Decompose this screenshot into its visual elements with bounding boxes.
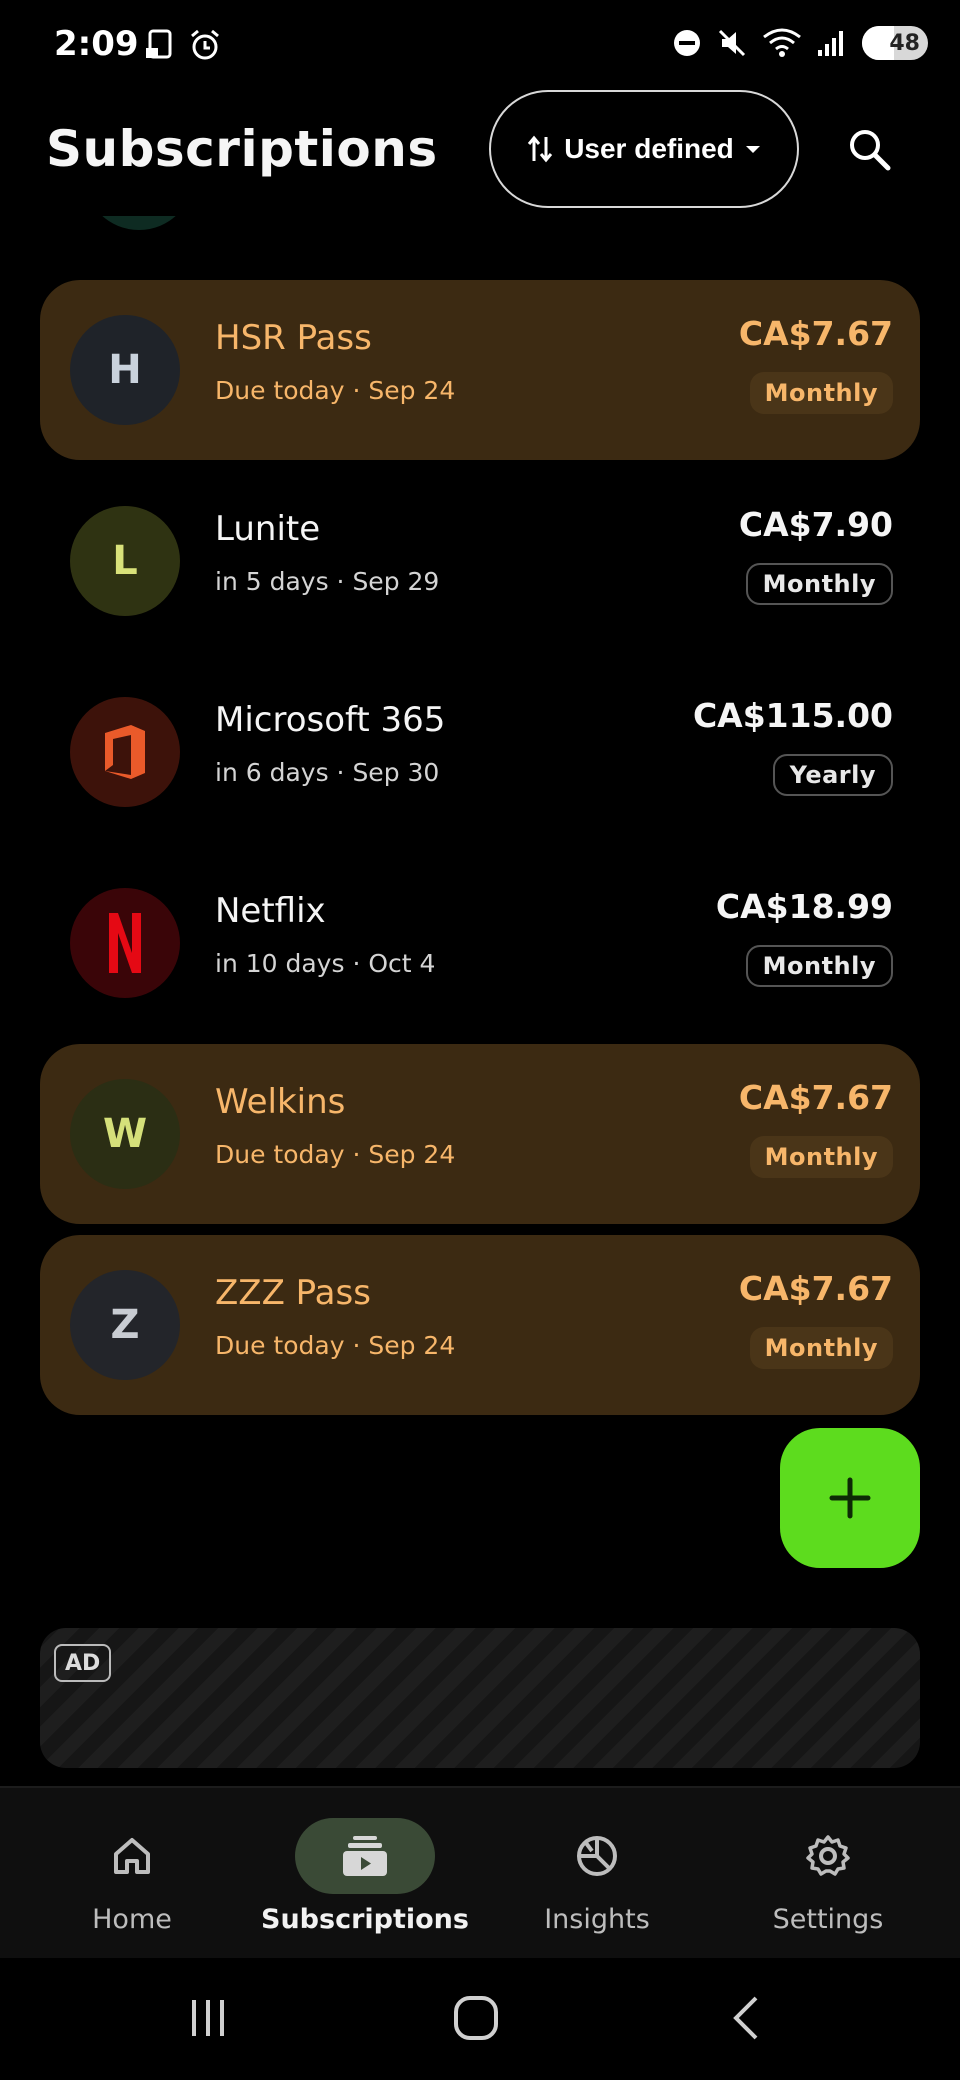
- avatar: W: [70, 1079, 180, 1189]
- search-icon: [850, 130, 891, 171]
- subscription-due: in 6 days · Sep 30: [215, 758, 440, 787]
- subscription-price: CA$7.67: [738, 314, 893, 353]
- mute-icon: [718, 29, 746, 57]
- add-subscription-button[interactable]: [780, 1428, 920, 1568]
- subscription-name: Lunite: [215, 509, 321, 549]
- subscription-name: HSR Pass: [215, 318, 372, 358]
- subscription-price: CA$7.90: [738, 505, 893, 544]
- billing-cycle-badge: Monthly: [745, 945, 893, 987]
- wifi-icon: [763, 28, 801, 57]
- subscription-name: Welkins: [215, 1082, 346, 1122]
- subscription-name: ZZZ Pass: [215, 1273, 371, 1313]
- screen-mirror-icon: [146, 29, 172, 59]
- nav-item-settings[interactable]: Settings: [708, 1788, 948, 1960]
- recent-apps-button[interactable]: [168, 1988, 248, 2048]
- billing-cycle-badge: Yearly: [772, 754, 893, 796]
- subscription-item-lunite[interactable]: L Lunite in 5 days · Sep 29 CA$7.90 Mont…: [40, 471, 920, 651]
- page-title: Subscriptions: [46, 120, 438, 178]
- subscription-item-hsr-pass[interactable]: H HSR Pass Due today · Sep 24 CA$7.67 Mo…: [40, 280, 920, 460]
- subscription-due: Due today · Sep 24: [215, 1331, 456, 1360]
- back-chevron-icon: [733, 1996, 758, 2040]
- nav-item-insights[interactable]: Insights: [477, 1788, 717, 1960]
- partial-avatar: [84, 216, 194, 230]
- subscription-list[interactable]: H HSR Pass Due today · Sep 24 CA$7.67 Mo…: [0, 216, 960, 1426]
- nav-label: Home: [92, 1904, 172, 1935]
- subscription-due: Due today · Sep 24: [215, 376, 456, 405]
- status-right-icons: 48: [672, 26, 928, 60]
- billing-cycle-badge: Monthly: [749, 1327, 893, 1369]
- nav-item-subscriptions[interactable]: Subscriptions: [245, 1788, 485, 1960]
- subscription-name: Netflix: [215, 891, 326, 931]
- nav-icon-container: [62, 1818, 202, 1894]
- ad-badge: AD: [54, 1644, 112, 1682]
- subscription-item-microsoft-365[interactable]: Microsoft 365 in 6 days · Sep 30 CA$115.…: [40, 662, 920, 842]
- plus-icon: [829, 1477, 871, 1519]
- battery-indicator: 48: [862, 26, 928, 60]
- status-left-icons: [144, 28, 222, 62]
- subscription-price: CA$7.67: [738, 1078, 893, 1117]
- search-button[interactable]: [836, 116, 902, 182]
- nav-item-home[interactable]: Home: [12, 1788, 252, 1960]
- avatar: Z: [70, 1270, 180, 1380]
- status-bar: 2:09 48: [0, 0, 960, 90]
- subscription-price: CA$18.99: [715, 887, 893, 926]
- subscription-name: Microsoft 365: [215, 700, 446, 740]
- subscription-item-zzz-pass[interactable]: Z ZZZ Pass Due today · Sep 24 CA$7.67 Mo…: [40, 1235, 920, 1415]
- home-circle-icon: [454, 1996, 498, 2040]
- billing-cycle-badge: Monthly: [745, 563, 893, 605]
- avatar: [70, 697, 180, 807]
- battery-level: 48: [889, 30, 920, 56]
- subscription-price: CA$7.67: [738, 1269, 893, 1308]
- nav-icon-container: [758, 1818, 898, 1894]
- sort-label: User defined: [564, 133, 734, 164]
- alarm-icon: [191, 29, 219, 60]
- status-time: 2:09: [54, 24, 139, 64]
- ad-banner[interactable]: AD: [40, 1628, 920, 1768]
- subscription-due: in 10 days · Oct 4: [215, 949, 436, 978]
- subscription-price: CA$115.00: [692, 696, 893, 735]
- home-icon: [114, 1838, 150, 1874]
- subscription-item-netflix[interactable]: Netflix in 10 days · Oct 4 CA$18.99 Mont…: [40, 853, 920, 1033]
- sort-arrows-icon: [528, 135, 553, 163]
- billing-cycle-badge: Monthly: [749, 372, 893, 414]
- bottom-nav: Home Subscriptions Insights Settings: [0, 1786, 960, 1958]
- header: Subscriptions User defined: [0, 90, 960, 216]
- insights-icon: [577, 1836, 617, 1876]
- system-nav-bar: [0, 1958, 960, 2080]
- sort-button[interactable]: User defined: [489, 90, 799, 208]
- subscriptions-icon: [343, 1836, 387, 1876]
- subscription-item-welkins[interactable]: W Welkins Due today · Sep 24 CA$7.67 Mon…: [40, 1044, 920, 1224]
- office-icon: [105, 725, 145, 779]
- subscription-due: in 5 days · Sep 29: [215, 567, 440, 596]
- home-system-button[interactable]: [436, 1988, 516, 2048]
- avatar: H: [70, 315, 180, 425]
- nav-label: Subscriptions: [261, 1904, 469, 1935]
- nav-label: Settings: [772, 1904, 884, 1935]
- recent-apps-icon: [192, 2000, 224, 2036]
- avatar: [70, 888, 180, 998]
- gear-icon: [806, 1835, 850, 1876]
- signal-icon: [818, 31, 843, 56]
- dropdown-caret-icon: [745, 146, 760, 153]
- avatar: L: [70, 506, 180, 616]
- do-not-disturb-icon: [674, 30, 700, 56]
- nav-icon-container: [295, 1818, 435, 1894]
- subscription-due: Due today · Sep 24: [215, 1140, 456, 1169]
- netflix-icon: [109, 913, 141, 973]
- nav-icon-container: [527, 1818, 667, 1894]
- nav-label: Insights: [544, 1904, 650, 1935]
- billing-cycle-badge: Monthly: [749, 1136, 893, 1178]
- back-button[interactable]: [706, 1988, 786, 2048]
